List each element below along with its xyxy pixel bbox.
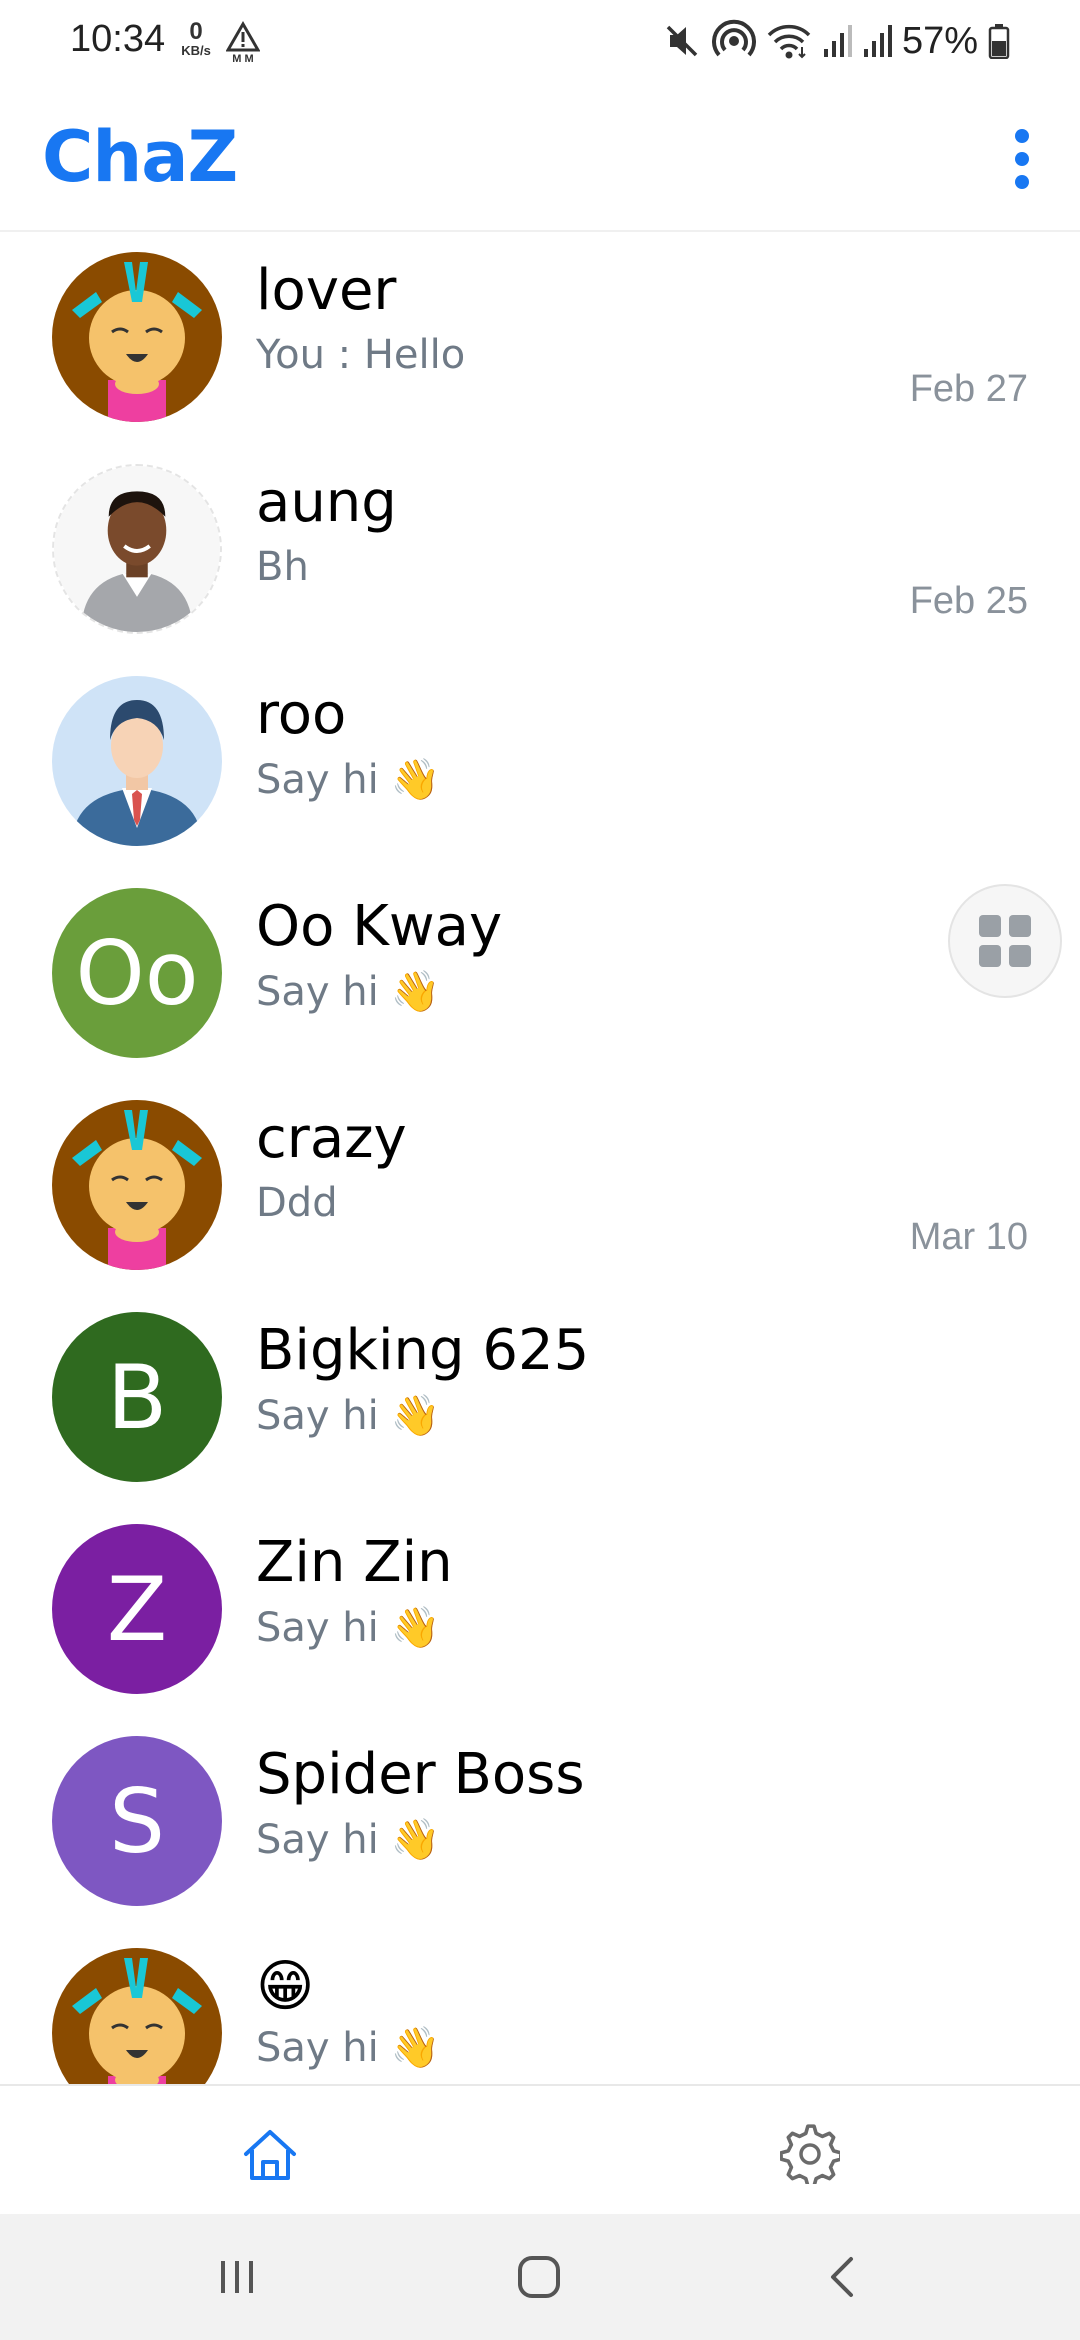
chat-name: roo [256,682,347,747]
wave-emoji: 👋 [390,969,441,1015]
chat-item-bigking-625[interactable]: B Bigking 625 Say hi 👋 [0,1292,1080,1504]
chat-item-roo[interactable]: roo Say hi 👋 [0,656,1080,868]
chat-preview: Say hi 👋 [256,968,441,1016]
chat-preview-text: Say hi [256,1816,379,1863]
avatar [52,676,222,846]
signal-icon [863,25,892,57]
settings-icon[interactable] [770,2114,850,2194]
chat-name: Oo Kway [256,894,503,959]
avatar [52,1948,222,2084]
status-bar: 10:34 0 KB/s M M 57% [0,0,1080,84]
chat-name: Spider Boss [256,1742,585,1807]
chat-preview-text: Ddd [256,1180,338,1226]
chat-preview: Say hi 👋 [256,756,441,804]
chat-preview-text: Bh [256,544,309,590]
chat-preview: Ddd [256,1180,338,1226]
chat-item-emoji[interactable]: 😁 Say hi 👋 [0,1928,1080,2084]
chat-preview-text: Say hi [256,1392,379,1439]
avatar-letter: Oo [75,921,199,1025]
home-circle-icon[interactable] [504,2244,574,2310]
chat-preview-text: Say hi [256,756,379,803]
avatar: Oo [52,888,222,1058]
avatar: B [52,1312,222,1482]
chat-name: crazy [256,1106,407,1171]
wave-emoji: 👋 [390,2025,441,2071]
avatar-letter: S [109,1769,165,1873]
wave-emoji: 👋 [390,757,441,803]
chat-list: lover You : Hello Feb 27 aung Bh Feb 25 [0,232,1080,2084]
bottom-nav [0,2084,1080,2214]
app-title: ChaZ [42,116,238,198]
network-speed: 0 KB/s [174,20,218,58]
back-icon[interactable] [808,2244,878,2310]
network-speed-unit: KB/s [181,43,211,58]
chat-preview: You : Hello [256,332,465,378]
mute-icon [666,25,698,57]
chat-item-zin-zin[interactable]: Z Zin Zin Say hi 👋 [0,1504,1080,1716]
chat-item-lover[interactable]: lover You : Hello Feb 27 [0,232,1080,444]
status-icons: 57% [662,16,1010,66]
avatar-letter: Z [106,1557,168,1661]
chat-preview: Say hi 👋 [256,2024,441,2072]
chat-preview: Say hi 👋 [256,1392,441,1440]
chat-preview-text: You : Hello [256,332,466,378]
grid-icon[interactable] [948,884,1062,998]
avatar [52,464,222,634]
chat-preview: Say hi 👋 [256,1816,441,1864]
chat-preview: Bh [256,544,309,590]
avatar [52,1100,222,1270]
avatar [52,252,222,422]
chat-item-aung[interactable]: aung Bh Feb 25 [0,444,1080,656]
more-vert-icon[interactable] [994,114,1050,204]
chat-preview-text: Say hi [256,2024,379,2071]
system-nav [0,2214,1080,2340]
alert-icon: M M [225,20,261,65]
chat-name: lover [256,258,397,323]
chat-preview-text: Say hi [256,968,379,1015]
chat-preview: Say hi 👋 [256,1604,441,1652]
network-speed-value: 0 [189,18,203,45]
chat-item-spider-boss[interactable]: S Spider Boss Say hi 👋 [0,1716,1080,1928]
battery-percent: 57% [901,19,978,62]
avatar: Z [52,1524,222,1694]
chat-date: Mar 10 [909,1216,1028,1258]
chat-name: Zin Zin [256,1530,453,1595]
wifi-icon [767,24,811,59]
wave-emoji: 👋 [390,1393,441,1439]
battery-icon [988,24,1010,59]
hotspot-icon [711,19,756,57]
app-bar: ChaZ [0,84,1080,232]
home-icon[interactable] [230,2114,310,2194]
chat-name: Bigking 625 [256,1318,590,1383]
chat-date: Feb 27 [909,368,1028,410]
chat-item-crazy[interactable]: crazy Ddd Mar 10 [0,1080,1080,1292]
svg-text:M M: M M [232,53,253,64]
chat-preview-text: Say hi [256,1604,379,1651]
avatar: S [52,1736,222,1906]
chat-name: 😁 [256,1954,315,2019]
status-time: 10:34 [70,18,166,60]
chat-name: aung [256,470,397,535]
signal-icon [823,25,852,57]
recents-icon[interactable] [202,2244,272,2310]
avatar-letter: B [106,1345,168,1449]
chat-date: Feb 25 [909,580,1028,622]
chat-item-oo-kway[interactable]: Oo Oo Kway Say hi 👋 [0,868,1080,1080]
wave-emoji: 👋 [390,1605,441,1651]
wave-emoji: 👋 [390,1817,441,1863]
